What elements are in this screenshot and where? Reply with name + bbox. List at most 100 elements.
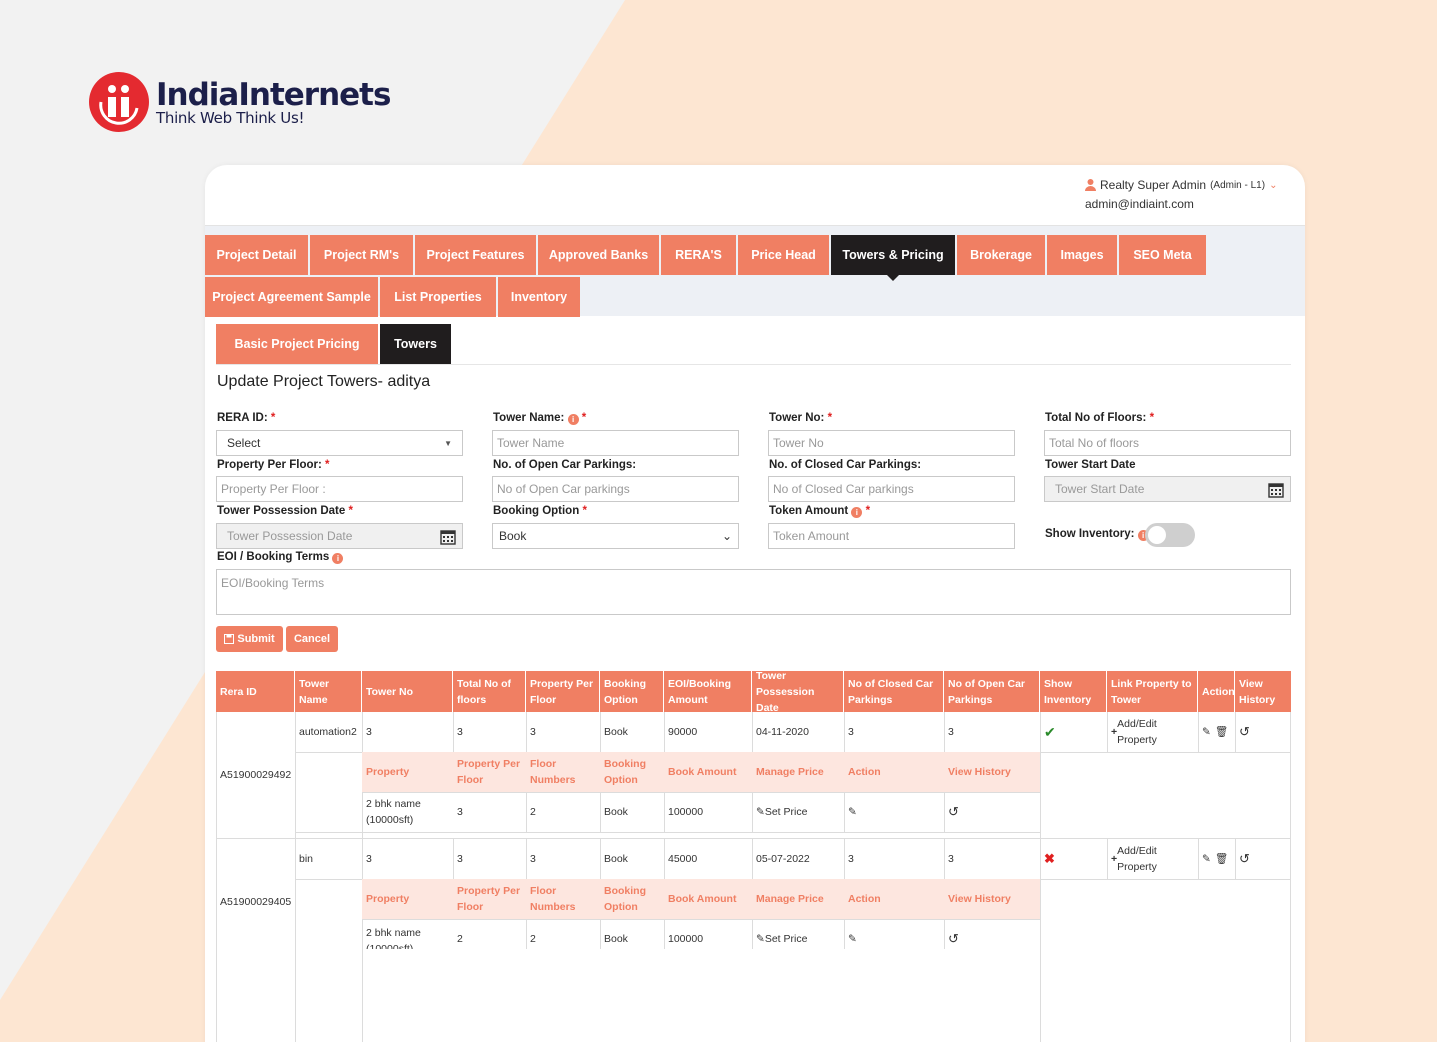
col-header: EOI/Booking Amount (664, 671, 752, 712)
set-price-link[interactable]: ✎ Set Price (752, 919, 844, 959)
tab-project-rms[interactable]: Project RM's (310, 235, 413, 275)
info-icon[interactable]: i (567, 414, 579, 425)
tab-approved-banks[interactable]: Approved Banks (538, 235, 659, 275)
booking-option-select[interactable]: Book ⌄ (492, 523, 739, 549)
property-per-floor-cell: 2 (457, 933, 463, 945)
tab-project-features[interactable]: Project Features (415, 235, 536, 275)
user-role: (Admin - L1) (1210, 179, 1266, 191)
tab-project-agreement-sample[interactable]: Project Agreement Sample (205, 277, 378, 317)
subheader-cell: Floor Numbers (530, 758, 576, 786)
grid-line (295, 832, 1040, 833)
col-header: Rera ID (216, 671, 295, 712)
book-amount-cell: 100000 (668, 933, 704, 945)
tower-no-cell: 3 (366, 726, 372, 738)
tab-towers-pricing[interactable]: Towers & Pricing (831, 235, 955, 281)
subheader-cell: Action (848, 766, 881, 778)
closed-parkings-cell: 3 (848, 853, 854, 865)
property-name-cell: 2 bhk name (10000sft) (366, 798, 421, 826)
edit-icon[interactable]: ✎ (844, 792, 944, 832)
tab-seo-meta[interactable]: SEO Meta (1119, 235, 1206, 275)
floor-numbers-cell: 2 (530, 806, 536, 818)
tower-no-input[interactable]: Tower No (768, 430, 1015, 456)
subheader-cell: Manage Price (756, 766, 824, 778)
open-parkings-input[interactable]: No of Open Car parkings (492, 476, 739, 502)
edit-icon[interactable]: ✎ (844, 919, 944, 959)
history-icon[interactable]: ↺ (944, 919, 1040, 959)
rera-id-select[interactable]: Select ▼ (216, 430, 463, 456)
trash-icon[interactable]: 🗑 (1215, 851, 1228, 867)
info-icon[interactable]: i (851, 507, 863, 518)
amount-cell: 45000 (668, 853, 698, 865)
token-amount-label: Token Amount i * (769, 505, 871, 518)
open-parkings-cell: 3 (948, 853, 954, 865)
col-header: Tower Possession Date (752, 670, 844, 714)
cancel-button[interactable]: Cancel (286, 626, 338, 652)
history-icon[interactable]: ↺ (944, 792, 1040, 832)
logo-mark-icon (89, 72, 149, 132)
subtab-basic-project-pricing[interactable]: Basic Project Pricing (216, 324, 378, 364)
tower-name-label: Tower Name: i * (493, 412, 587, 425)
subheader-cell: View History (948, 893, 1011, 905)
property-per-floor-cell: 3 (457, 806, 463, 818)
page-title: Update Project Towers- aditya (217, 373, 431, 390)
closed-parkings-label: No. of Closed Car Parkings: (769, 459, 922, 471)
info-icon[interactable]: i (332, 553, 344, 564)
tab-inventory[interactable]: Inventory (498, 277, 580, 317)
col-header: Booking Option (600, 671, 664, 712)
tab-images[interactable]: Images (1047, 235, 1117, 275)
tower-name-input[interactable]: Tower Name (492, 430, 739, 456)
set-price-link[interactable]: ✎ Set Price (752, 792, 844, 832)
calendar-icon[interactable] (440, 529, 456, 545)
trash-icon[interactable]: 🗑 (1215, 724, 1228, 740)
history-icon[interactable]: ↺ (1235, 839, 1291, 879)
col-header: No of Closed Car Parkings (844, 671, 944, 712)
rera-id-label: RERA ID: * (217, 412, 276, 424)
edit-icon[interactable]: ✎ (1202, 724, 1211, 740)
tab-reras[interactable]: RERA'S (661, 235, 736, 275)
history-icon[interactable]: ↺ (1235, 712, 1291, 752)
property-per-floor-input[interactable]: Property Per Floor : (216, 476, 463, 502)
property-booking-cell: Book (604, 806, 628, 818)
calendar-icon[interactable] (1268, 482, 1284, 498)
token-amount-input[interactable]: Token Amount (768, 523, 1015, 549)
per-floor-cell: 3 (530, 853, 536, 865)
project-tabs: Project Detail Project RM's Project Feat… (205, 226, 1305, 317)
floor-numbers-cell: 2 (530, 933, 536, 945)
subtab-towers[interactable]: Towers (380, 324, 451, 364)
total-floors-label: Total No of Floors: * (1045, 412, 1155, 424)
tab-project-detail[interactable]: Project Detail (205, 235, 308, 275)
show-inventory-toggle[interactable] (1145, 523, 1195, 547)
total-floors-input[interactable]: Total No of floors (1044, 430, 1291, 456)
booking-cell: Book (604, 853, 628, 865)
tower-start-date-input[interactable]: Tower Start Date (1044, 476, 1291, 502)
brand-logo: IndiaInternets Think Web Think Us! (89, 72, 391, 132)
property-name-cell: 2 bhk name (10000sft) (366, 927, 421, 949)
subheader-cell: Book Amount (668, 766, 737, 778)
eoi-terms-label: EOI / Booking Terms i (217, 551, 344, 564)
possession-date-input[interactable]: Tower Possession Date (216, 523, 463, 549)
tab-brokerage[interactable]: Brokerage (957, 235, 1045, 275)
tab-price-head[interactable]: Price Head (738, 235, 829, 275)
edit-icon: ✎ (756, 933, 765, 945)
closed-parkings-input[interactable]: No of Closed Car parkings (768, 476, 1015, 502)
submit-button[interactable]: Submit (216, 626, 283, 652)
col-header: Action (1198, 671, 1235, 712)
col-header: No of Open Car Parkings (944, 671, 1040, 712)
divider (216, 364, 1291, 365)
possession-cell: 05-07-2022 (756, 853, 810, 865)
col-header: Link Property to Tower (1107, 671, 1198, 712)
edit-icon[interactable]: ✎ (1202, 851, 1211, 867)
add-edit-property-link[interactable]: + Add/Edit Property (1107, 839, 1198, 879)
caret-down-icon: ▼ (444, 438, 452, 448)
col-header: View History (1235, 671, 1291, 712)
user-icon (1085, 179, 1096, 191)
check-icon: ✔ (1044, 724, 1056, 740)
booking-option-label: Booking Option * (493, 505, 587, 517)
user-menu[interactable]: Realty Super Admin (Admin - L1) ⌄ admin@… (1085, 178, 1277, 211)
subheader-cell: Property (366, 893, 410, 905)
app-window: Realty Super Admin (Admin - L1) ⌄ admin@… (205, 165, 1305, 1042)
eoi-terms-textarea[interactable]: EOI/Booking Terms (216, 569, 1291, 615)
add-edit-property-link[interactable]: + Add/Edit Property (1107, 712, 1198, 752)
booking-cell: Book (604, 726, 628, 738)
tab-list-properties[interactable]: List Properties (380, 277, 496, 317)
